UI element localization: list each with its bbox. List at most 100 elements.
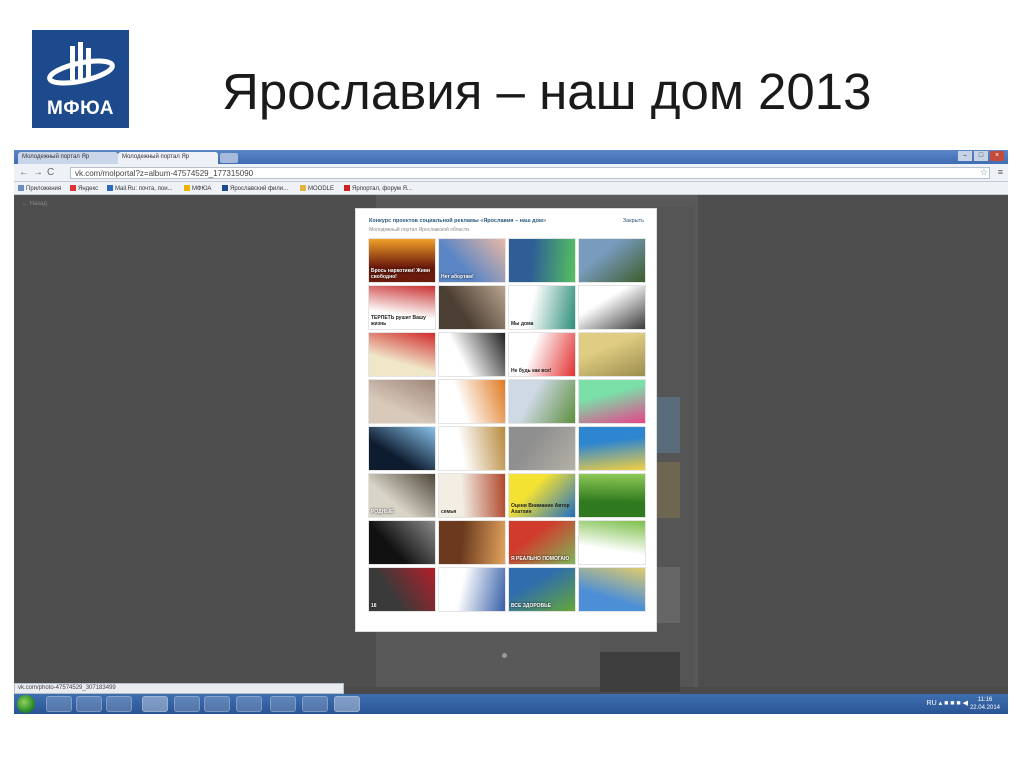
apps-icon [18, 185, 24, 191]
clock-time: 11:16 [977, 697, 993, 703]
album-photo[interactable] [438, 426, 506, 471]
clock-date: 22.04.2014 [969, 705, 1000, 711]
album-photo[interactable] [508, 238, 576, 283]
album-photo[interactable]: ВСЕ ЗДОРОВЬЕ [508, 567, 576, 612]
photo-caption: Я РЕАЛЬНО ПОМОГАЮ [511, 556, 570, 562]
album-photo[interactable] [368, 332, 436, 377]
taskbar: RU ▴ ■ ■ ■ ◀ 11:16 22.04.2014 [14, 694, 1008, 714]
close-button[interactable]: Закрыть [623, 218, 644, 224]
tab-bar: Молодежный портал Яр Молодежный портал Я… [14, 150, 1008, 164]
album-photo[interactable]: 18 [368, 567, 436, 612]
browser-tab-active[interactable]: Молодежный портал Яр [118, 152, 218, 164]
pagination-dot[interactable] [502, 653, 507, 658]
yarportal-icon [344, 185, 350, 191]
bookmark-label: Ярпортал, форум Я... [352, 186, 412, 192]
word-icon[interactable] [334, 696, 360, 712]
maximize-icon[interactable]: □ [974, 151, 988, 161]
forward-arrow-icon[interactable]: → [33, 167, 43, 178]
album-owner[interactable]: Молодежный портал Ярославской области [369, 227, 469, 233]
album-photo[interactable] [438, 567, 506, 612]
yandex-icon [70, 185, 76, 191]
album-photo[interactable] [508, 379, 576, 424]
system-tray[interactable]: RU ▴ ■ ■ ■ ◀ [927, 699, 968, 707]
media-player-icon[interactable] [204, 696, 230, 712]
tab-label: Молодежный портал Яр [122, 154, 190, 160]
browser-tab[interactable]: Молодежный портал Яр [18, 152, 118, 164]
address-bar: ← → C vk.com/molportal?z=album-47574529_… [14, 164, 1008, 182]
back-link[interactable]: ← Назад [22, 201, 47, 207]
album-photo[interactable] [438, 332, 506, 377]
reload-icon[interactable]: C [47, 167, 54, 178]
start-button-icon[interactable] [17, 695, 35, 713]
slide: МФЮА Ярославия – наш дом 2013 Молодежный… [0, 0, 1024, 768]
bookmarks-bar: Приложения Яндекс Mail.Ru: почта, пои...… [14, 182, 1008, 195]
bookmark-label: MOODLE [308, 186, 335, 192]
album-photo[interactable] [368, 426, 436, 471]
clock[interactable]: 11:16 22.04.2014 [970, 696, 1000, 712]
bookmark-item[interactable]: Mail.Ru: почта, пои... [107, 185, 173, 192]
bookmark-item[interactable]: MOODLE [300, 185, 334, 192]
bookmark-item[interactable]: Яндекс [70, 185, 98, 192]
album-photo[interactable] [578, 520, 646, 565]
album-photo[interactable]: Брось наркотики! Живи свободно! [368, 238, 436, 283]
album-title: Конкурс проектов социальной рекламы «Яро… [369, 218, 547, 224]
logo-emblem-icon [47, 42, 115, 86]
bookmark-item[interactable]: Ярославский фили... [222, 185, 288, 192]
bookmark-item[interactable]: Приложения [18, 185, 61, 192]
album-photo[interactable]: Мы дома [508, 285, 576, 330]
bookmark-item[interactable]: МФЮА [184, 185, 211, 192]
photo-caption: Не будь как все! [511, 368, 552, 374]
bookmark-label: Приложения [26, 186, 62, 192]
album-photo[interactable]: ТЕРПЕТЬ рушит Вашу жизнь [368, 285, 436, 330]
album-photo[interactable]: семья [438, 473, 506, 518]
new-tab-button[interactable] [220, 153, 238, 163]
photo-caption: 18 [371, 603, 377, 609]
photo-caption: Брось наркотики! Живи свободно! [371, 268, 430, 280]
album-photo[interactable] [578, 426, 646, 471]
internet-explorer-icon[interactable] [76, 696, 102, 712]
page-content: ← Назад Конкурс проектов социальной рекл… [14, 195, 1008, 692]
bookmark-star-icon[interactable]: ☆ [980, 167, 988, 178]
branch-icon [222, 185, 228, 191]
tab-label: Молодежный портал Яр [22, 154, 90, 160]
presentation-icon[interactable] [302, 696, 328, 712]
logo-text: МФЮА [47, 98, 114, 119]
album-photo[interactable] [508, 426, 576, 471]
album-photo[interactable] [368, 520, 436, 565]
notes-icon[interactable] [236, 696, 262, 712]
album-photo[interactable]: Оцени Внимание Автор Ахатхин [508, 473, 576, 518]
explorer-icon[interactable] [46, 696, 72, 712]
back-arrow-icon[interactable]: ← [19, 167, 29, 178]
photo-grid: Брось наркотики! Живи свободно! Нет аборт… [368, 238, 646, 612]
chrome-icon[interactable] [142, 696, 168, 712]
album-photo[interactable] [578, 567, 646, 612]
album-photo[interactable] [438, 285, 506, 330]
close-icon[interactable]: × [990, 151, 1004, 161]
album-photo[interactable]: РОДНЫЕ [368, 473, 436, 518]
album-photo[interactable] [578, 473, 646, 518]
album-photo[interactable]: Нет абортам! [438, 238, 506, 283]
folder-icon[interactable] [174, 696, 200, 712]
minimize-icon[interactable]: – [958, 151, 972, 161]
album-photo[interactable]: Не будь как все! [508, 332, 576, 377]
firefox-icon[interactable] [106, 696, 132, 712]
album-photo[interactable]: Я РЕАЛЬНО ПОМОГАЮ [508, 520, 576, 565]
album-photo[interactable] [438, 379, 506, 424]
slide-title: Ярославия – наш дом 2013 [222, 63, 872, 120]
app-icon[interactable] [270, 696, 296, 712]
album-photo[interactable] [578, 285, 646, 330]
language-indicator[interactable]: RU [927, 700, 937, 707]
photo-caption: Оцени Внимание Автор Ахатхин [511, 503, 570, 515]
menu-icon[interactable]: ≡ [998, 167, 1003, 177]
album-photo[interactable] [578, 379, 646, 424]
photo-caption: Мы дома [511, 321, 534, 327]
album-photo[interactable] [368, 379, 436, 424]
browser-screenshot: Молодежный портал Яр Молодежный портал Я… [14, 150, 1008, 714]
photo-caption: ТЕРПЕТЬ рушит Вашу жизнь [371, 315, 426, 327]
album-photo[interactable] [438, 520, 506, 565]
bookmark-item[interactable]: Ярпортал, форум Я... [344, 185, 412, 192]
album-photo[interactable] [578, 332, 646, 377]
album-photo[interactable] [578, 238, 646, 283]
url-input[interactable]: vk.com/molportal?z=album-47574529_177315… [70, 167, 990, 179]
photo-caption: Нет абортам! [441, 274, 474, 280]
